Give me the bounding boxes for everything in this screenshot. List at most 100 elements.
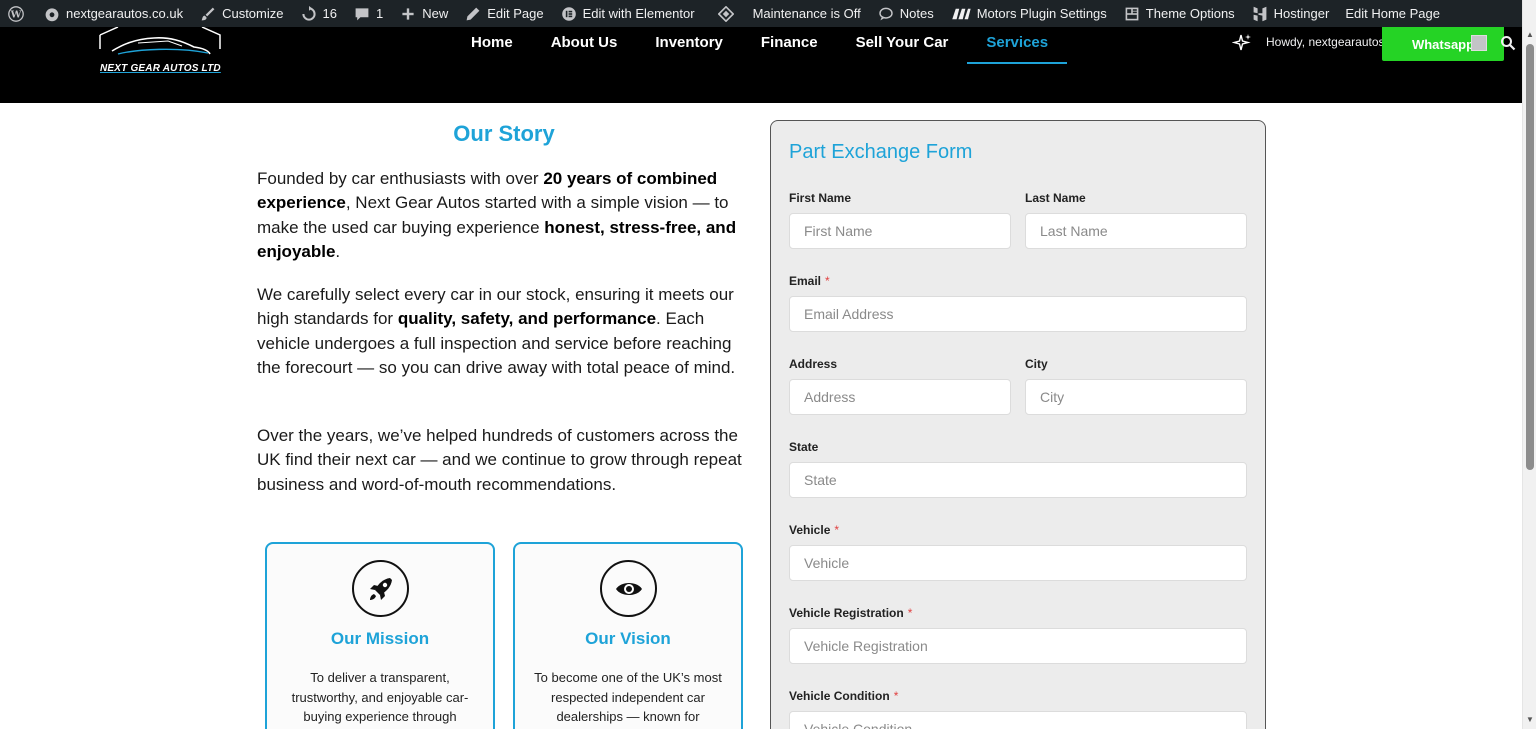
mission-title: Our Mission [330, 629, 430, 648]
pencil-icon [464, 5, 482, 23]
vehicle-condition-input[interactable] [789, 711, 1247, 729]
vehicle-condition-label: Vehicle Condition * [789, 689, 898, 703]
dashboard-icon [43, 5, 61, 23]
email-label-text: Email [789, 274, 822, 288]
theme-options-label: Theme Options [1145, 6, 1235, 21]
email-input[interactable] [789, 296, 1247, 332]
state-input[interactable] [789, 462, 1247, 498]
svg-text:W: W [10, 9, 22, 20]
rocket-icon [352, 560, 409, 617]
vehicle-input[interactable] [789, 545, 1247, 581]
our-story-heading: Our Story [453, 121, 555, 146]
form-title: Part Exchange Form [789, 141, 973, 163]
vehicle-condition-label-text: Vehicle Condition [789, 689, 890, 703]
address-label: Address [789, 357, 838, 371]
new-label: New [422, 6, 449, 21]
plus-icon [399, 5, 417, 23]
diamond-icon [717, 5, 735, 23]
last-name-label: Last Name [1025, 191, 1086, 205]
first-name-input[interactable] [789, 213, 1011, 249]
vehicle-registration-label: Vehicle Registration * [789, 606, 912, 620]
motors-plugin-settings-label: Motors Plugin Settings [976, 6, 1107, 21]
site-name-link[interactable]: nextgearautos.co.uk [35, 0, 191, 27]
last-name-input[interactable] [1025, 213, 1247, 249]
notes-label: Notes [899, 6, 934, 21]
edit-with-elementor-label: Edit with Elementor [582, 6, 695, 21]
vision-text: To become one of the UK’s most respected… [534, 670, 722, 724]
page-scrollbar[interactable]: ▲ ▼ [1522, 0, 1536, 729]
story-p1-text-a: Founded by car enthusiasts with over [257, 169, 544, 188]
wordpress-logo-button[interactable]: W [0, 0, 35, 27]
edit-page-label: Edit Page [487, 6, 544, 21]
eye-icon [600, 560, 657, 617]
nav-about-us[interactable]: About Us [532, 27, 637, 64]
city-label: City [1025, 357, 1048, 371]
theme-options-link[interactable]: Theme Options [1115, 0, 1243, 27]
vehicle-label: Vehicle * [789, 523, 839, 537]
first-name-label: First Name [789, 191, 852, 205]
search-icon[interactable] [1500, 35, 1516, 51]
refresh-icon [300, 5, 318, 23]
required-marker: * [893, 689, 899, 703]
motors-plugin-settings-link[interactable]: Motors Plugin Settings [942, 0, 1115, 27]
motors-logo-icon [950, 5, 972, 23]
story-paragraph-1: Founded by car enthusiasts with over 20 … [257, 167, 757, 264]
vehicle-registration-label-text: Vehicle Registration [789, 606, 904, 620]
required-marker: * [907, 606, 913, 620]
nav-home[interactable]: Home [452, 27, 532, 64]
comment-icon [353, 5, 371, 23]
mission-text: To deliver a transparent, trustworthy, a… [291, 670, 469, 724]
vision-card: Our Vision To become one of the UK’s mos… [513, 542, 743, 729]
vehicle-label-text: Vehicle [789, 523, 831, 537]
part-exchange-form: Part Exchange Form First Name Last Name … [770, 120, 1266, 729]
address-input[interactable] [789, 379, 1011, 415]
avatar[interactable] [1471, 35, 1487, 51]
edit-page-link[interactable]: Edit Page [456, 0, 551, 27]
comments-count: 1 [375, 6, 384, 21]
nav-inventory[interactable]: Inventory [636, 27, 742, 64]
comments-link[interactable]: 1 [345, 0, 391, 27]
new-content-link[interactable]: New [391, 0, 456, 27]
vehicle-registration-input[interactable] [789, 628, 1247, 664]
notes-link[interactable]: Notes [869, 0, 942, 27]
updates-link[interactable]: 16 [292, 0, 345, 27]
elementor-icon [560, 5, 578, 23]
logo-text[interactable]: NEXT GEAR AUTOS LTD [100, 63, 221, 74]
grid-panel-icon [1123, 5, 1141, 23]
site-header: NEXT GEAR AUTOS LTD Home About Us Invent… [0, 27, 1522, 103]
story-p2-bold-b: quality, safety, and performance [397, 309, 657, 329]
story-p1-text-e: . [335, 241, 341, 261]
story-paragraph-2: We carefully select every car in our sto… [257, 283, 757, 380]
maintenance-link[interactable]: Maintenance is Off [703, 0, 869, 27]
state-label: State [789, 440, 819, 454]
brush-icon [199, 5, 217, 23]
required-marker: * [825, 274, 830, 288]
mission-card: Our Mission To deliver a transparent, tr… [265, 542, 495, 729]
story-paragraph-3: Over the years, we’ve helped hundreds of… [257, 426, 742, 494]
hostinger-logo-icon [1251, 5, 1269, 23]
scroll-up-arrow-icon[interactable]: ▲ [1526, 30, 1534, 39]
chat-bubble-icon [877, 5, 895, 23]
edit-home-page-link[interactable]: Edit Home Page [1337, 0, 1448, 27]
city-input[interactable] [1025, 379, 1247, 415]
customize-link[interactable]: Customize [191, 0, 291, 27]
edit-home-page-label: Edit Home Page [1345, 6, 1440, 21]
maintenance-label: Maintenance is Off [752, 6, 861, 21]
edit-with-elementor-link[interactable]: Edit with Elementor [552, 0, 703, 27]
vision-title: Our Vision [585, 629, 671, 648]
email-label: Email * [789, 274, 830, 288]
ai-sparkle-icon[interactable] [1232, 33, 1252, 53]
required-marker: * [834, 523, 840, 537]
nav-sell-your-car[interactable]: Sell Your Car [837, 27, 968, 64]
main-nav: Home About Us Inventory Finance Sell You… [452, 27, 1067, 64]
scroll-down-arrow-icon[interactable]: ▼ [1526, 715, 1534, 724]
scrollbar-thumb[interactable] [1526, 44, 1534, 470]
customize-label: Customize [222, 6, 284, 21]
wp-admin-bar: W nextgearautos.co.uk Customize 16 1 New… [0, 0, 1536, 27]
hostinger-label: Hostinger [1273, 6, 1330, 21]
nav-finance[interactable]: Finance [742, 27, 837, 64]
hostinger-link[interactable]: Hostinger [1243, 0, 1338, 27]
site-name-label: nextgearautos.co.uk [66, 6, 184, 21]
updates-count: 16 [322, 6, 337, 21]
nav-services[interactable]: Services [967, 27, 1067, 64]
